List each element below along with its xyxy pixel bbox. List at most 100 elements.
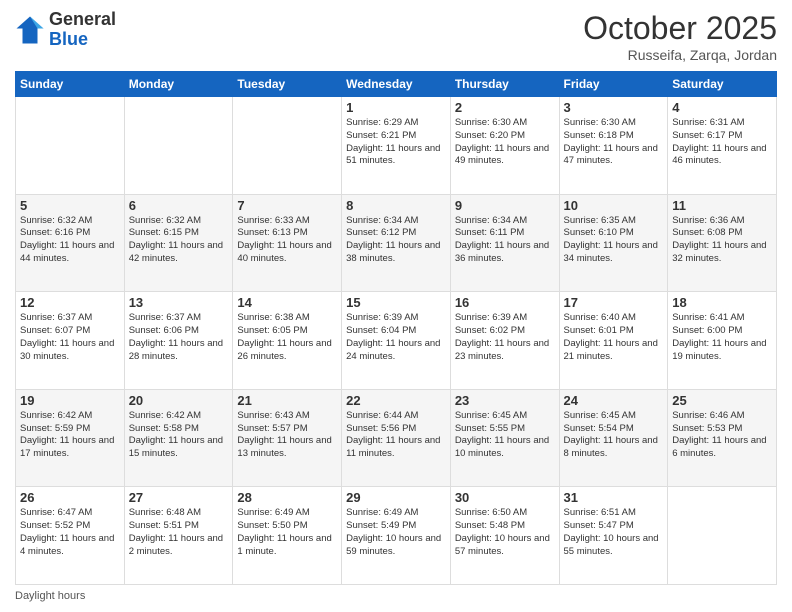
day-info: Sunrise: 6:47 AM Sunset: 5:52 PM Dayligh… <box>20 507 120 558</box>
page-header: General Blue October 2025 Russeifa, Zarq… <box>15 10 777 63</box>
day-info: Sunrise: 6:46 AM Sunset: 5:53 PM Dayligh… <box>672 410 772 461</box>
calendar-body: 1 Sunrise: 6:29 AM Sunset: 6:21 PM Daylig… <box>16 97 777 585</box>
calendar-cell: 5Sunrise: 6:32 AM Sunset: 6:16 PM Daylig… <box>16 194 125 292</box>
day-number: 1 <box>346 100 446 115</box>
calendar-week-row: 1 Sunrise: 6:29 AM Sunset: 6:21 PM Daylig… <box>16 97 777 195</box>
column-header-thursday: Thursday <box>450 72 559 97</box>
calendar-cell <box>124 97 233 195</box>
day-number: 30 <box>455 490 555 505</box>
calendar-cell: 14 Sunrise: 6:38 AM Sunset: 6:05 PM Dayli… <box>233 292 342 390</box>
day-info: Sunrise: 6:49 AM Sunset: 5:50 PM Dayligh… <box>237 507 337 558</box>
day-number: 27 <box>129 490 229 505</box>
calendar-cell: 26 Sunrise: 6:47 AM Sunset: 5:52 PM Dayli… <box>16 487 125 585</box>
calendar-cell: 9Sunrise: 6:34 AM Sunset: 6:11 PM Daylig… <box>450 194 559 292</box>
day-info: Sunrise: 6:32 AM Sunset: 6:15 PM Dayligh… <box>129 215 229 266</box>
calendar-cell: 30 Sunrise: 6:50 AM Sunset: 5:48 PM Dayli… <box>450 487 559 585</box>
day-info: Sunrise: 6:29 AM Sunset: 6:21 PM Dayligh… <box>346 117 446 168</box>
day-info: Sunrise: 6:39 AM Sunset: 6:02 PM Dayligh… <box>455 312 555 363</box>
day-number: 29 <box>346 490 446 505</box>
calendar-cell: 1 Sunrise: 6:29 AM Sunset: 6:21 PM Daylig… <box>342 97 451 195</box>
day-number: 23 <box>455 393 555 408</box>
day-info: Sunrise: 6:36 AM Sunset: 6:08 PM Dayligh… <box>672 215 772 266</box>
day-info: Sunrise: 6:38 AM Sunset: 6:05 PM Dayligh… <box>237 312 337 363</box>
calendar-cell: 16Sunrise: 6:39 AM Sunset: 6:02 PM Dayli… <box>450 292 559 390</box>
column-header-friday: Friday <box>559 72 668 97</box>
day-number: 22 <box>346 393 446 408</box>
calendar-cell: 28 Sunrise: 6:49 AM Sunset: 5:50 PM Dayli… <box>233 487 342 585</box>
calendar-cell: 15 Sunrise: 6:39 AM Sunset: 6:04 PM Dayli… <box>342 292 451 390</box>
calendar-week-row: 26 Sunrise: 6:47 AM Sunset: 5:52 PM Dayli… <box>16 487 777 585</box>
calendar-cell: 24 Sunrise: 6:45 AM Sunset: 5:54 PM Dayli… <box>559 389 668 487</box>
day-number: 31 <box>564 490 664 505</box>
calendar-cell: 20Sunrise: 6:42 AM Sunset: 5:58 PM Dayli… <box>124 389 233 487</box>
calendar-cell: 21 Sunrise: 6:43 AM Sunset: 5:57 PM Dayli… <box>233 389 342 487</box>
calendar-cell: 23 Sunrise: 6:45 AM Sunset: 5:55 PM Dayli… <box>450 389 559 487</box>
day-info: Sunrise: 6:35 AM Sunset: 6:10 PM Dayligh… <box>564 215 664 266</box>
logo-general-text: General <box>49 10 116 30</box>
day-number: 21 <box>237 393 337 408</box>
calendar-cell <box>16 97 125 195</box>
calendar-cell: 7Sunrise: 6:33 AM Sunset: 6:13 PM Daylig… <box>233 194 342 292</box>
daylight-hours-label: Daylight hours <box>15 590 85 602</box>
day-info: Sunrise: 6:33 AM Sunset: 6:13 PM Dayligh… <box>237 215 337 266</box>
calendar-cell: 10 Sunrise: 6:35 AM Sunset: 6:10 PM Dayli… <box>559 194 668 292</box>
calendar-cell: 18Sunrise: 6:41 AM Sunset: 6:00 PM Dayli… <box>668 292 777 390</box>
logo-icon <box>15 15 45 45</box>
calendar-header-row: SundayMondayTuesdayWednesdayThursdayFrid… <box>16 72 777 97</box>
day-info: Sunrise: 6:44 AM Sunset: 5:56 PM Dayligh… <box>346 410 446 461</box>
calendar-cell: 17Sunrise: 6:40 AM Sunset: 6:01 PM Dayli… <box>559 292 668 390</box>
month-title: October 2025 <box>583 10 777 47</box>
day-info: Sunrise: 6:41 AM Sunset: 6:00 PM Dayligh… <box>672 312 772 363</box>
day-info: Sunrise: 6:51 AM Sunset: 5:47 PM Dayligh… <box>564 507 664 558</box>
day-number: 3 <box>564 100 664 115</box>
calendar-cell: 31 Sunrise: 6:51 AM Sunset: 5:47 PM Dayli… <box>559 487 668 585</box>
column-header-monday: Monday <box>124 72 233 97</box>
day-number: 12 <box>20 295 120 310</box>
day-info: Sunrise: 6:49 AM Sunset: 5:49 PM Dayligh… <box>346 507 446 558</box>
day-info: Sunrise: 6:45 AM Sunset: 5:55 PM Dayligh… <box>455 410 555 461</box>
calendar-cell <box>233 97 342 195</box>
calendar-table: SundayMondayTuesdayWednesdayThursdayFrid… <box>15 71 777 585</box>
day-number: 6 <box>129 198 229 213</box>
day-number: 24 <box>564 393 664 408</box>
day-number: 5 <box>20 198 120 213</box>
calendar-week-row: 19 Sunrise: 6:42 AM Sunset: 5:59 PM Dayli… <box>16 389 777 487</box>
column-header-sunday: Sunday <box>16 72 125 97</box>
day-number: 19 <box>20 393 120 408</box>
day-number: 28 <box>237 490 337 505</box>
day-number: 10 <box>564 198 664 213</box>
day-info: Sunrise: 6:42 AM Sunset: 5:59 PM Dayligh… <box>20 410 120 461</box>
day-number: 14 <box>237 295 337 310</box>
day-info: Sunrise: 6:45 AM Sunset: 5:54 PM Dayligh… <box>564 410 664 461</box>
day-info: Sunrise: 6:50 AM Sunset: 5:48 PM Dayligh… <box>455 507 555 558</box>
day-info: Sunrise: 6:39 AM Sunset: 6:04 PM Dayligh… <box>346 312 446 363</box>
calendar-cell: 6 Sunrise: 6:32 AM Sunset: 6:15 PM Daylig… <box>124 194 233 292</box>
calendar-week-row: 12 Sunrise: 6:37 AM Sunset: 6:07 PM Dayli… <box>16 292 777 390</box>
day-number: 8 <box>346 198 446 213</box>
calendar-cell: 22 Sunrise: 6:44 AM Sunset: 5:56 PM Dayli… <box>342 389 451 487</box>
day-number: 15 <box>346 295 446 310</box>
day-number: 4 <box>672 100 772 115</box>
day-number: 11 <box>672 198 772 213</box>
day-info: Sunrise: 6:43 AM Sunset: 5:57 PM Dayligh… <box>237 410 337 461</box>
day-info: Sunrise: 6:48 AM Sunset: 5:51 PM Dayligh… <box>129 507 229 558</box>
column-header-saturday: Saturday <box>668 72 777 97</box>
day-number: 26 <box>20 490 120 505</box>
day-info: Sunrise: 6:30 AM Sunset: 6:18 PM Dayligh… <box>564 117 664 168</box>
logo-blue-text: Blue <box>49 30 116 50</box>
calendar-cell: 27 Sunrise: 6:48 AM Sunset: 5:51 PM Dayli… <box>124 487 233 585</box>
day-info: Sunrise: 6:31 AM Sunset: 6:17 PM Dayligh… <box>672 117 772 168</box>
day-info: Sunrise: 6:40 AM Sunset: 6:01 PM Dayligh… <box>564 312 664 363</box>
column-header-wednesday: Wednesday <box>342 72 451 97</box>
logo: General Blue <box>15 10 116 50</box>
calendar-cell: 29 Sunrise: 6:49 AM Sunset: 5:49 PM Dayli… <box>342 487 451 585</box>
calendar-cell <box>668 487 777 585</box>
day-number: 20 <box>129 393 229 408</box>
calendar-cell: 12 Sunrise: 6:37 AM Sunset: 6:07 PM Dayli… <box>16 292 125 390</box>
footer: Daylight hours <box>15 590 777 602</box>
calendar-cell: 2Sunrise: 6:30 AM Sunset: 6:20 PM Daylig… <box>450 97 559 195</box>
calendar-week-row: 5Sunrise: 6:32 AM Sunset: 6:16 PM Daylig… <box>16 194 777 292</box>
calendar-cell: 19 Sunrise: 6:42 AM Sunset: 5:59 PM Dayli… <box>16 389 125 487</box>
day-info: Sunrise: 6:34 AM Sunset: 6:11 PM Dayligh… <box>455 215 555 266</box>
day-info: Sunrise: 6:37 AM Sunset: 6:07 PM Dayligh… <box>20 312 120 363</box>
